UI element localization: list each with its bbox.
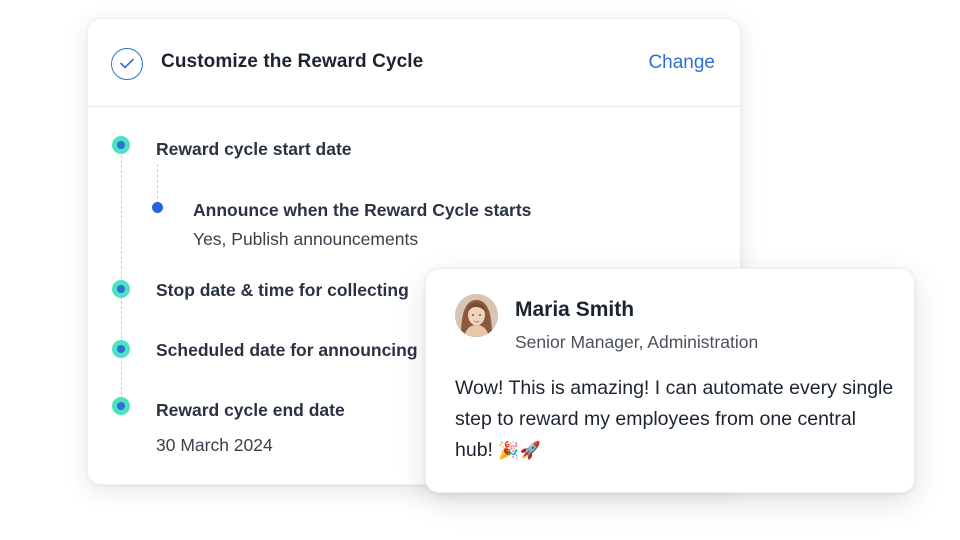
timeline-dot bbox=[112, 280, 130, 298]
step-announce-label: Announce when the Reward Cycle starts bbox=[193, 200, 532, 220]
step-announce-value: Yes, Publish announcements bbox=[193, 229, 419, 249]
timeline-dot bbox=[112, 397, 130, 415]
testimonial-quote: Wow! This is amazing! I can automate eve… bbox=[455, 373, 895, 467]
change-link[interactable]: Change bbox=[648, 52, 715, 74]
step-stop-date-label: Stop date & time for collecting bbox=[156, 280, 409, 300]
step-end-date-value: 30 March 2024 bbox=[156, 435, 273, 455]
step-scheduled-date-label: Scheduled date for announcing bbox=[156, 340, 418, 360]
step-end-date-label: Reward cycle end date bbox=[156, 400, 345, 420]
sub-timeline-connector bbox=[157, 164, 158, 204]
avatar bbox=[455, 294, 498, 337]
sub-timeline-dot bbox=[152, 202, 163, 213]
card-title: Customize the Reward Cycle bbox=[161, 51, 424, 72]
card-header: Customize the Reward Cycle Change bbox=[88, 19, 740, 107]
check-circle-icon bbox=[111, 48, 143, 80]
person-role: Senior Manager, Administration bbox=[515, 332, 759, 352]
person-name: Maria Smith bbox=[515, 298, 635, 321]
timeline-dot bbox=[112, 136, 130, 154]
party-rocket-icon: 🎉🚀 bbox=[498, 441, 541, 461]
step-start-date-label: Reward cycle start date bbox=[156, 139, 352, 159]
testimonial-card: Maria Smith Senior Manager, Administrati… bbox=[425, 268, 915, 493]
timeline-dot bbox=[112, 340, 130, 358]
